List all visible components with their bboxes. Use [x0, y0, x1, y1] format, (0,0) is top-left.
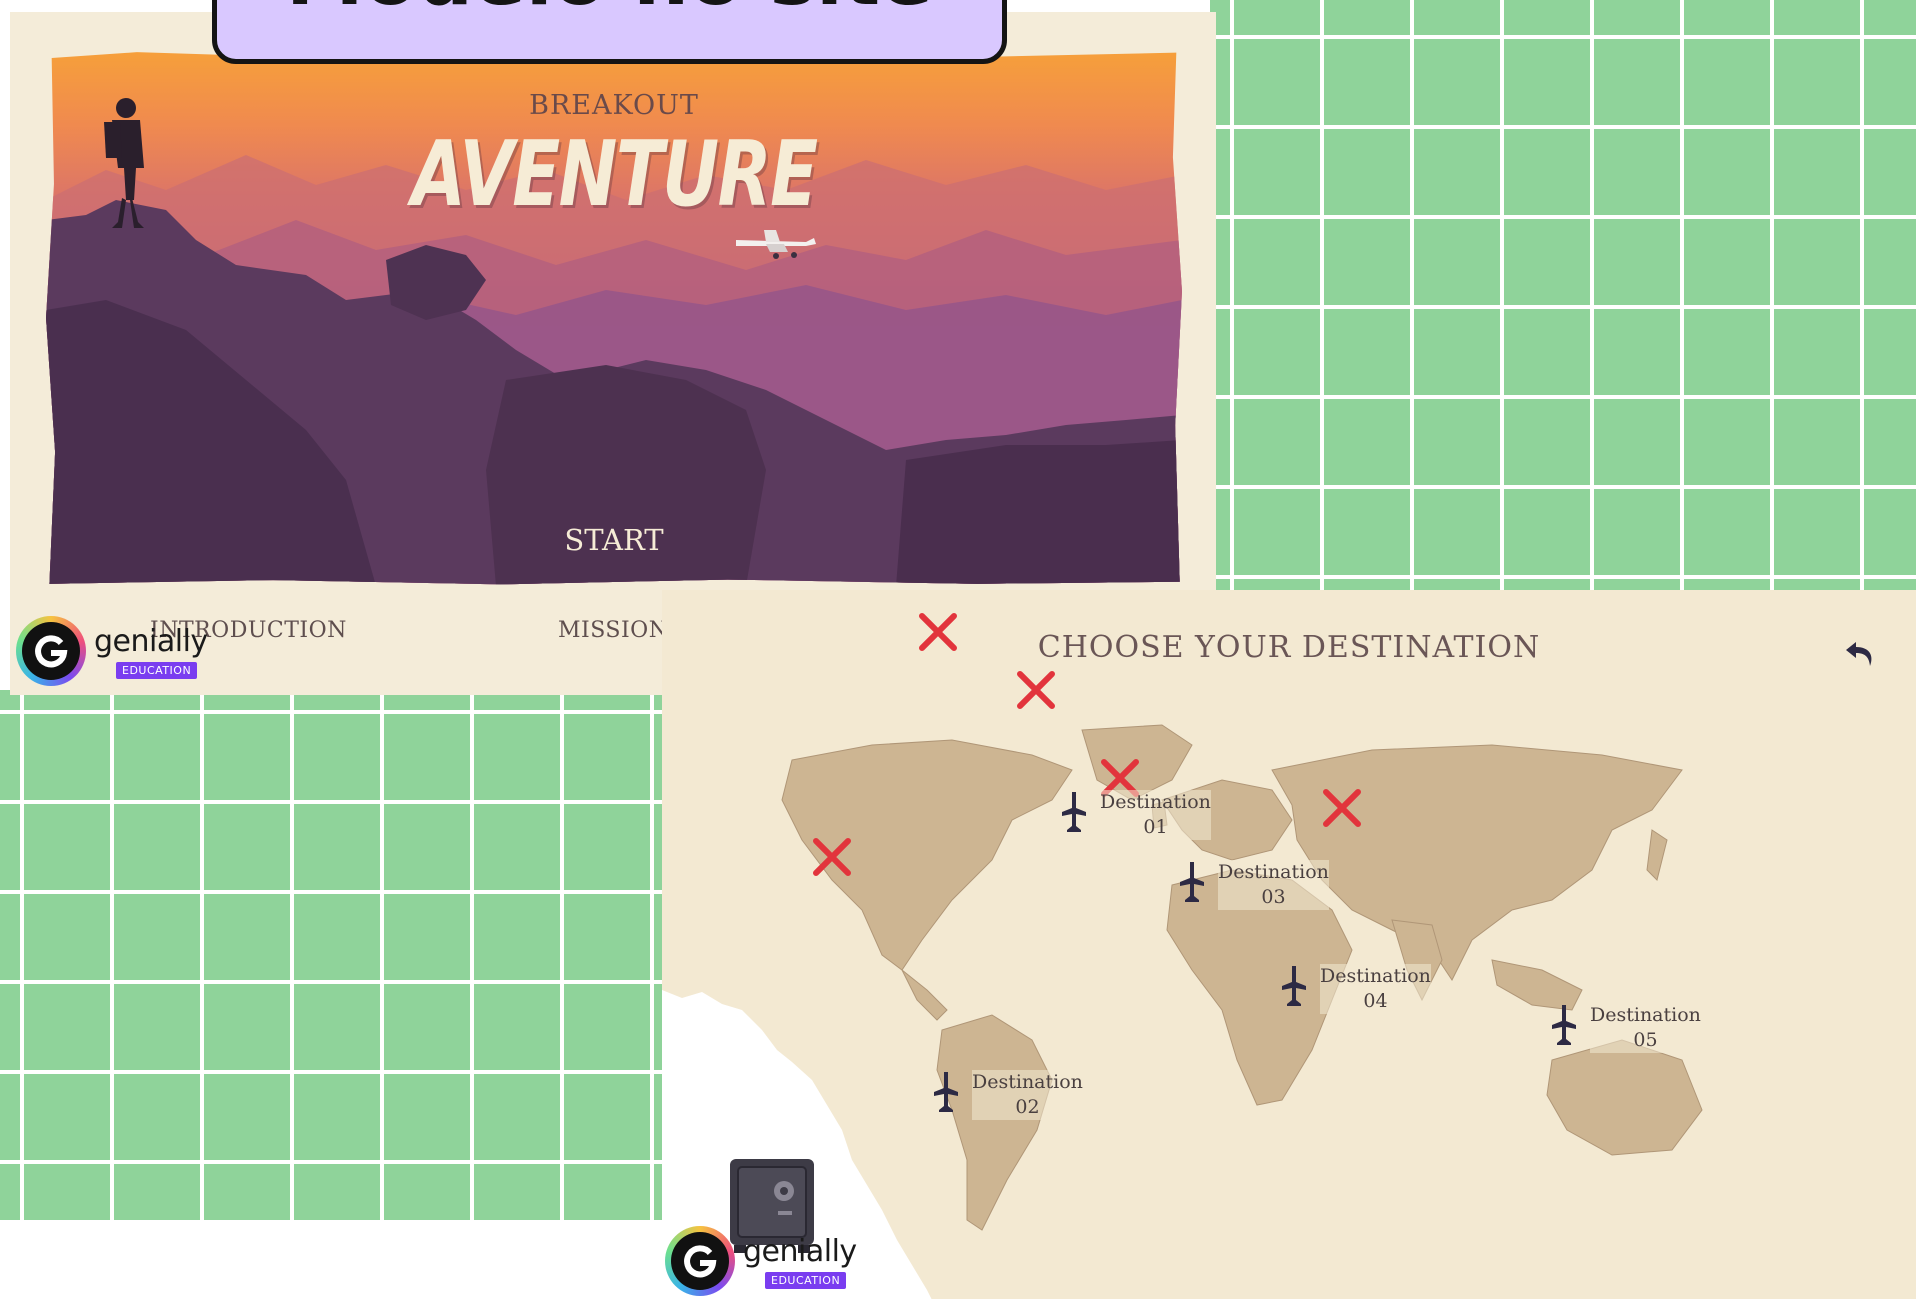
- destination-button-03[interactable]: Destination 03: [1178, 860, 1329, 910]
- airplane-icon: [1180, 862, 1204, 902]
- genially-logo: genially EDUCATION: [16, 616, 216, 686]
- cover-subtitle: BREAKOUT: [529, 90, 699, 121]
- map-slide: CHOOSE YOUR DESTINATION Destination 01 D…: [662, 590, 1916, 1299]
- destination-button-05[interactable]: Destination 05: [1550, 1003, 1701, 1053]
- start-button[interactable]: START: [46, 523, 1182, 557]
- logo-wordmark: genially: [94, 624, 208, 659]
- logo-wordmark: genially: [743, 1234, 857, 1269]
- logo-g-icon: [22, 622, 80, 680]
- logo-ring: [665, 1226, 735, 1296]
- map-title: CHOOSE YOUR DESTINATION: [1037, 630, 1541, 665]
- x-marker-icon-05: [1323, 789, 1361, 827]
- destination-label-01: Destination 01: [1100, 790, 1211, 840]
- destination-label-05: Destination 05: [1590, 1003, 1701, 1053]
- destination-button-04[interactable]: Destination 04: [1280, 964, 1431, 1014]
- destination-label-03: Destination 03: [1218, 860, 1329, 910]
- logo-g-icon: [671, 1232, 729, 1290]
- destination-label-04: Destination 04: [1320, 964, 1431, 1014]
- cover-title: AVENTURE: [411, 122, 818, 227]
- logo-ring: [16, 616, 86, 686]
- destination-button-01[interactable]: Destination 01: [1060, 790, 1211, 840]
- genially-logo-2: genially EDUCATION: [665, 1226, 865, 1296]
- x-marker-icon-02: [813, 838, 851, 876]
- airplane-icon: [1552, 1005, 1576, 1045]
- grid-background-bottom: [0, 690, 665, 1220]
- airplane-icon: [1062, 792, 1086, 832]
- cover-illustration: BREAKOUT AVENTURE START: [46, 51, 1182, 585]
- grid-background-top: [1210, 0, 1916, 590]
- logo-badge: EDUCATION: [765, 1272, 847, 1289]
- page-title: Modelo no site: [217, 0, 1002, 23]
- airplane-icon: [1282, 966, 1306, 1006]
- page-title-tab: Modelo no site: [212, 0, 1007, 64]
- back-arrow-icon[interactable]: [1842, 636, 1878, 672]
- logo-badge: EDUCATION: [116, 662, 198, 679]
- x-marker-icon-03: [1017, 671, 1055, 709]
- nav-mission[interactable]: MISSION: [558, 618, 668, 643]
- x-marker-icon-01: [919, 613, 957, 651]
